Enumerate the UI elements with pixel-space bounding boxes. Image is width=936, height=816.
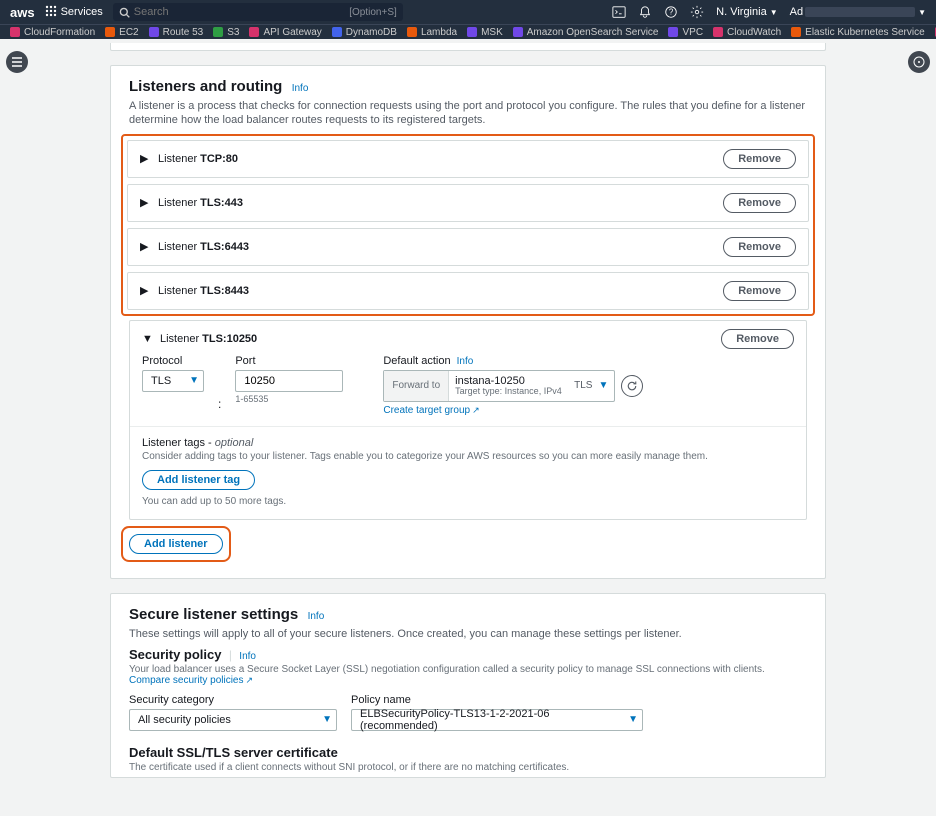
tags-note: You can add up to 50 more tags. <box>142 496 794 507</box>
remove-button[interactable]: Remove <box>723 149 796 169</box>
remove-button[interactable]: Remove <box>723 193 796 213</box>
search-bar[interactable]: [Option+S] <box>113 3 403 21</box>
listener-expanded: ▼ ListenerTLS:10250 Remove Protocol TLS▼… <box>129 320 807 520</box>
bookmark-item[interactable]: Elastic Kubernetes Service <box>791 27 925 38</box>
notifications-icon[interactable] <box>638 5 652 19</box>
security-category-label: Security category <box>129 694 337 706</box>
bookmark-item[interactable]: API Gateway <box>249 27 321 38</box>
cloudshell-icon[interactable] <box>612 5 626 19</box>
forward-to-label: Forward to <box>384 371 449 401</box>
caret-icon[interactable]: ▶ <box>140 284 152 297</box>
listeners-info-link[interactable]: Info <box>292 83 309 94</box>
add-listener-button[interactable]: Add listener <box>129 534 223 554</box>
listener-label: ListenerTLS:8443 <box>158 285 249 297</box>
listener-row: ▶ ListenerTLS:8443 Remove <box>127 272 809 310</box>
bookmarks-bar: CloudFormation EC2 Route 53 S3 API Gatew… <box>0 24 936 39</box>
refresh-button[interactable] <box>621 375 643 397</box>
tags-desc: Consider adding tags to your listener. T… <box>142 451 794 462</box>
protocol-select[interactable]: TLS▼ <box>142 370 204 392</box>
aws-logo[interactable]: aws <box>10 5 35 20</box>
secure-desc: These settings will apply to all of your… <box>129 627 807 641</box>
help-panel-toggle[interactable] <box>908 51 930 73</box>
search-input[interactable] <box>134 6 349 18</box>
previous-card-stub <box>110 43 826 51</box>
chevron-down-icon: ▼ <box>189 375 199 386</box>
bookmark-item[interactable]: EC2 <box>105 27 138 38</box>
chevron-down-icon: ▼ <box>628 714 638 725</box>
colon: : <box>218 397 221 416</box>
default-action-label: Default actionInfo <box>383 355 643 367</box>
listener-row: ▶ ListenerTLS:443 Remove <box>127 184 809 222</box>
cert-desc: The certificate used if a client connect… <box>129 762 807 773</box>
bookmark-item[interactable]: Amazon OpenSearch Service <box>513 27 659 38</box>
secure-info-link[interactable]: Info <box>308 611 325 622</box>
remove-button[interactable]: Remove <box>723 237 796 257</box>
bookmark-item[interactable]: Route 53 <box>149 27 204 38</box>
create-target-group-link[interactable]: Create target group <box>383 405 643 416</box>
svg-text:?: ? <box>669 8 674 17</box>
user-menu[interactable]: Ad ▼ <box>790 6 926 18</box>
secure-title: Secure listener settings <box>129 606 298 623</box>
policy-name-select[interactable]: ELBSecurityPolicy-TLS13-1-2-2021-06 (rec… <box>351 709 643 731</box>
listeners-card: Listeners and routing Info A listener is… <box>110 65 826 579</box>
remove-button[interactable]: Remove <box>723 281 796 301</box>
search-shortcut: [Option+S] <box>349 7 397 18</box>
bookmark-item[interactable]: DynamoDB <box>332 27 397 38</box>
remove-button[interactable]: Remove <box>721 329 794 349</box>
listener-row: ▶ ListenerTCP:80 Remove <box>127 140 809 178</box>
listener-tags-section: Listener tags - optional Consider adding… <box>142 437 794 507</box>
security-policy-title: Security policy <box>129 647 221 662</box>
caret-icon[interactable]: ▶ <box>140 196 152 209</box>
caret-icon[interactable]: ▶ <box>140 240 152 253</box>
protocol-label: Protocol <box>142 355 204 367</box>
listeners-highlight-box: ▶ ListenerTCP:80 Remove ▶ ListenerTLS:44… <box>121 134 815 316</box>
security-policy-desc: Your load balancer uses a Secure Socket … <box>129 664 807 686</box>
listener-row: ▶ ListenerTLS:6443 Remove <box>127 228 809 266</box>
listeners-title: Listeners and routing <box>129 78 282 95</box>
security-category-select[interactable]: All security policies▼ <box>129 709 337 731</box>
compare-policies-link[interactable]: Compare security policies <box>129 675 253 686</box>
default-action-info[interactable]: Info <box>457 356 474 367</box>
security-policy-info[interactable]: Info <box>239 651 256 662</box>
secure-listener-card: Secure listener settings Info These sett… <box>110 593 826 778</box>
caret-icon[interactable]: ▶ <box>140 152 152 165</box>
chevron-down-icon: ▼ <box>322 714 332 725</box>
bookmark-item[interactable]: MSK <box>467 27 503 38</box>
forward-target-select[interactable]: Forward to instana-10250 Target type: In… <box>383 370 615 402</box>
help-icon[interactable]: ? <box>664 5 678 19</box>
bookmark-item[interactable]: S3 <box>213 27 239 38</box>
listener-label: ListenerTLS:443 <box>158 197 243 209</box>
add-listener-tag-button[interactable]: Add listener tag <box>142 470 255 490</box>
services-link[interactable]: Services <box>61 6 103 18</box>
cert-title: Default SSL/TLS server certificate <box>129 745 807 760</box>
bookmark-item[interactable]: Lambda <box>407 27 457 38</box>
bookmark-item[interactable]: VPC <box>668 27 703 38</box>
top-nav: aws Services [Option+S] ? N. Virginia ▼ … <box>0 0 936 24</box>
listener-label: ListenerTLS:6443 <box>158 241 249 253</box>
sidebar-toggle[interactable] <box>6 51 28 73</box>
listener-label: ListenerTCP:80 <box>158 153 238 165</box>
settings-icon[interactable] <box>690 5 704 19</box>
port-label: Port <box>235 355 343 367</box>
services-grid-icon[interactable] <box>45 4 57 20</box>
region-selector[interactable]: N. Virginia ▼ <box>716 6 777 18</box>
bookmark-item[interactable]: CloudWatch <box>713 27 781 38</box>
policy-name-label: Policy name <box>351 694 643 706</box>
port-hint: 1-65535 <box>235 394 343 404</box>
listeners-desc: A listener is a process that checks for … <box>129 99 807 128</box>
port-input[interactable] <box>235 370 343 392</box>
tags-title: Listener tags - optional <box>142 437 794 449</box>
listener-label: ListenerTLS:10250 <box>160 333 257 345</box>
bookmark-item[interactable]: CloudFormation <box>10 27 95 38</box>
caret-down-icon[interactable]: ▼ <box>142 333 154 345</box>
search-icon <box>119 7 130 18</box>
chevron-down-icon: ▼ <box>596 380 614 391</box>
